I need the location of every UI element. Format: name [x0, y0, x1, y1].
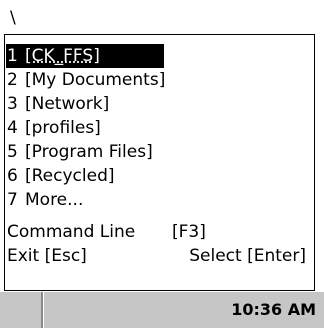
- menu-item-ck-ffs[interactable]: 1 [CK_FFS]: [6, 44, 164, 68]
- menu-item-more[interactable]: 7 More...: [6, 188, 83, 212]
- menu-item-number: 2: [7, 70, 18, 90]
- menu-item-number: 6: [7, 166, 18, 186]
- menu-item-label: [Network]: [25, 94, 110, 114]
- menu-item-number: 7: [7, 190, 18, 210]
- taskbar-divider: [41, 292, 44, 328]
- menu-item-network[interactable]: 3 [Network]: [6, 92, 109, 116]
- path-input[interactable]: \: [4, 4, 320, 32]
- menu-item-number: 1: [7, 46, 18, 66]
- exit-button[interactable]: Exit [Esc]: [7, 246, 87, 266]
- path-text: \: [10, 8, 16, 28]
- taskbar: 10:36 AM: [0, 292, 324, 328]
- command-line-item[interactable]: Command Line [F3]: [6, 220, 313, 244]
- menu-item-label: [CK_FFS]: [25, 46, 100, 66]
- menu-item-profiles[interactable]: 4 [profiles]: [6, 116, 101, 140]
- menu-item-number: 5: [7, 142, 18, 162]
- menu-item-program-files[interactable]: 5 [Program Files]: [6, 140, 153, 164]
- menu-item-number: 4: [7, 118, 18, 138]
- clock[interactable]: 10:36 AM: [231, 292, 316, 328]
- menu-item-label: [Recycled]: [25, 166, 115, 186]
- exit-select-row: Exit [Esc] Select [Enter]: [6, 244, 313, 268]
- menu-item-label: [My Documents]: [25, 70, 166, 90]
- menu-item-number: 3: [7, 94, 18, 114]
- menu-item-label: More...: [25, 190, 84, 210]
- menu-item-recycled[interactable]: 6 [Recycled]: [6, 164, 115, 188]
- menu-item-label: [Program Files]: [25, 142, 153, 162]
- folder-menu: 1 [CK_FFS] 2 [My Documents] 3 [Network] 4 [p…: [4, 34, 315, 291]
- select-button[interactable]: Select [Enter]: [189, 244, 306, 268]
- command-line-key: [F3]: [172, 222, 206, 242]
- menu-item-my-documents[interactable]: 2 [My Documents]: [6, 68, 165, 92]
- menu-item-label: [profiles]: [25, 118, 101, 138]
- command-line-label: Command Line: [7, 222, 136, 242]
